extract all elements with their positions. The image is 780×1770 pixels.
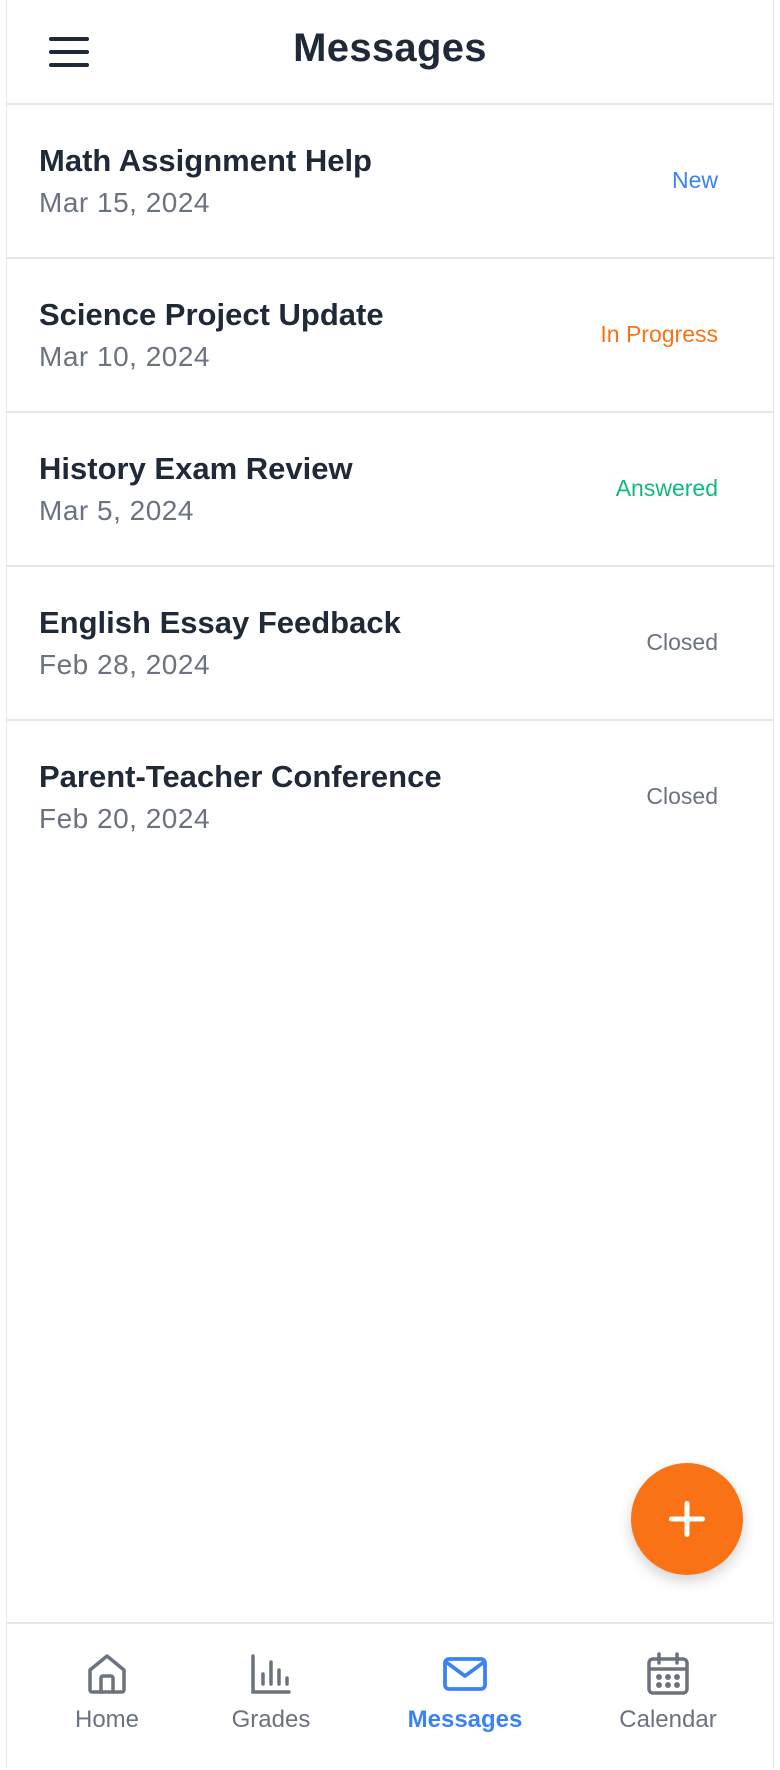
- nav-item-calendar[interactable]: Calendar: [611, 1624, 725, 1770]
- message-row[interactable]: History Exam Review Mar 5, 2024 Answered: [7, 413, 773, 567]
- message-date: Mar 5, 2024: [39, 495, 194, 526]
- bottom-navigation: Home Grades Messages Calendar: [7, 1622, 773, 1768]
- nav-label-grades: Grades: [231, 1706, 311, 1733]
- message-list: Math Assignment Help Mar 15, 2024 New Sc…: [7, 105, 773, 875]
- message-title: English Essay Feedback: [39, 605, 401, 640]
- nav-item-messages[interactable]: Messages: [395, 1624, 535, 1770]
- message-date: Mar 15, 2024: [39, 187, 210, 218]
- message-title: History Exam Review: [39, 451, 353, 486]
- page-title: Messages: [293, 26, 487, 70]
- nav-label-home: Home: [74, 1706, 140, 1733]
- calendar-icon: [647, 1652, 689, 1695]
- message-date: Feb 20, 2024: [39, 803, 211, 834]
- plus-icon: [669, 1501, 705, 1537]
- status-badge: Closed: [646, 629, 718, 655]
- nav-item-grades[interactable]: Grades: [223, 1624, 319, 1770]
- app-frame: Messages Math Assignment Help Mar 15, 20…: [6, 0, 774, 1768]
- message-date: Mar 10, 2024: [39, 341, 210, 372]
- nav-item-home[interactable]: Home: [59, 1624, 155, 1770]
- nav-label-calendar: Calendar: [619, 1706, 717, 1733]
- message-title: Parent-Teacher Conference: [39, 759, 442, 794]
- home-icon: [88, 1654, 126, 1694]
- message-row[interactable]: Science Project Update Mar 10, 2024 In P…: [7, 259, 773, 413]
- nav-label-messages: Messages: [407, 1706, 523, 1733]
- app-header: Messages: [7, 0, 773, 105]
- message-title: Math Assignment Help: [39, 143, 372, 178]
- status-badge: Closed: [646, 783, 718, 809]
- message-row[interactable]: English Essay Feedback Feb 28, 2024 Clos…: [7, 567, 773, 721]
- message-title: Science Project Update: [39, 297, 384, 332]
- message-row[interactable]: Parent-Teacher Conference Feb 20, 2024 C…: [7, 721, 773, 875]
- message-date: Feb 28, 2024: [39, 649, 211, 680]
- status-badge: In Progress: [600, 321, 718, 347]
- message-row[interactable]: Math Assignment Help Mar 15, 2024 New: [7, 105, 773, 259]
- new-message-button[interactable]: [631, 1463, 743, 1575]
- mail-icon: [443, 1657, 487, 1691]
- status-badge: New: [671, 167, 718, 193]
- bar-chart-icon: [251, 1654, 291, 1694]
- status-badge: Answered: [615, 475, 718, 501]
